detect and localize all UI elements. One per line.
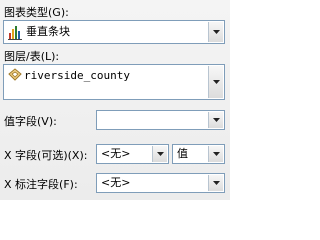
layer-value: riverside_county <box>24 69 130 82</box>
value-field-label: 值字段(V): <box>4 115 57 128</box>
chevron-down-icon[interactable] <box>152 146 167 162</box>
x-field-value: <无> <box>101 147 131 160</box>
chevron-down-icon[interactable] <box>208 112 223 128</box>
chart-type-value: 垂直条块 <box>26 25 70 38</box>
layer-label: 图层/表(L): <box>4 50 60 63</box>
x-field-sort-dropdown[interactable]: 值 <box>172 144 225 164</box>
bar-chart-icon <box>8 24 22 43</box>
x-field-sort-value: 值 <box>177 147 188 160</box>
layer-dropdown[interactable]: riverside_county <box>3 64 225 100</box>
chart-type-dropdown[interactable]: 垂直条块 <box>3 20 225 44</box>
x-label-field-dropdown[interactable]: <无> <box>96 173 225 193</box>
chevron-down-icon[interactable] <box>208 66 223 98</box>
x-field-label: X 字段(可选)(X): <box>4 149 88 162</box>
chevron-down-icon[interactable] <box>208 146 223 162</box>
x-label-field-value: <无> <box>101 176 131 189</box>
chevron-down-icon[interactable] <box>208 175 223 191</box>
layer-polygon-icon <box>8 68 22 85</box>
value-field-dropdown[interactable] <box>96 110 225 130</box>
x-label-field-label: X 标注字段(F): <box>4 178 78 191</box>
x-field-dropdown[interactable]: <无> <box>96 144 169 164</box>
chart-config-panel: 图表类型(G): 垂直条块 图层/表(L): riverside_county <box>0 0 230 200</box>
chart-type-label: 图表类型(G): <box>4 6 69 19</box>
chevron-down-icon[interactable] <box>208 22 223 42</box>
